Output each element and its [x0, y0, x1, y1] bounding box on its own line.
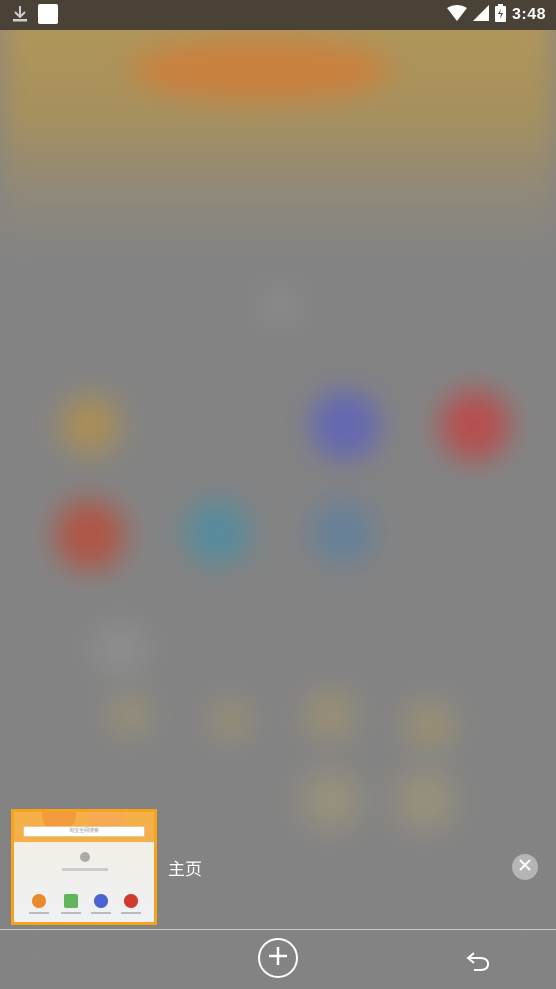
- thumbnail-app-icon: [124, 894, 138, 908]
- thumbnail-weather-icon: [80, 852, 90, 862]
- tab-card[interactable]: 淘宝全网搜索 主页: [0, 800, 556, 930]
- battery-icon: [494, 3, 506, 27]
- back-button[interactable]: [464, 946, 492, 974]
- new-tab-button[interactable]: [258, 938, 298, 978]
- app-notification-icon: [38, 4, 58, 29]
- plus-icon: [267, 945, 289, 972]
- close-icon: [519, 858, 531, 876]
- undo-arrow-icon: [464, 952, 492, 978]
- signal-icon: [472, 4, 489, 26]
- download-icon: [12, 5, 28, 28]
- tab-title[interactable]: 主页: [168, 855, 202, 880]
- wifi-icon: [446, 4, 467, 26]
- thumbnail-search-bar: 淘宝全网搜索: [23, 826, 145, 837]
- close-tab-button[interactable]: [512, 854, 538, 880]
- status-time: 3:48: [511, 6, 546, 23]
- thumbnail-app-icon: [32, 894, 46, 908]
- thumbnail-app-icon: [64, 894, 78, 908]
- browser-tab-switcher-screen: 3:48 淘宝全网搜索 主页: [0, 0, 556, 989]
- tab-thumbnail[interactable]: 淘宝全网搜索: [11, 809, 157, 925]
- bottom-toolbar: [0, 930, 556, 989]
- status-bar: 3:48: [0, 0, 556, 30]
- thumbnail-app-icon: [94, 894, 108, 908]
